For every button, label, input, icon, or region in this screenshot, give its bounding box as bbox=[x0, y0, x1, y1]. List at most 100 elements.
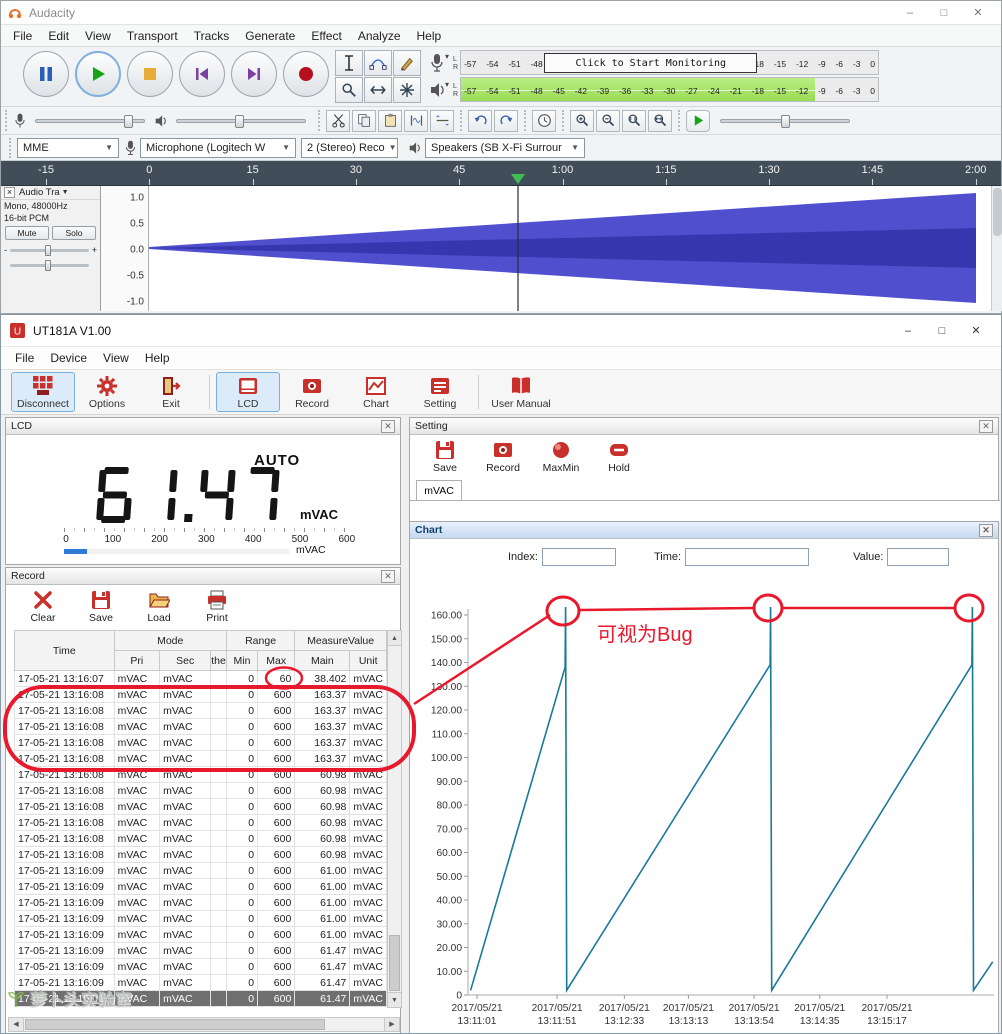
timeline-ruler[interactable]: -1501530451:001:151:301:452:00 bbox=[1, 161, 1001, 186]
gain-slider[interactable] bbox=[10, 249, 89, 252]
table-row[interactable]: 17-05-21 13:16:09mVACmVAC060061.00mVAC bbox=[15, 895, 387, 911]
menu-edit[interactable]: Edit bbox=[40, 25, 77, 47]
vertical-scale-ruler[interactable]: 1.00.50.0-0.5-1.0 bbox=[101, 186, 149, 311]
scrollbar-thumb[interactable] bbox=[25, 1019, 325, 1030]
zoom-tool-button[interactable] bbox=[335, 77, 363, 103]
setting-save-button[interactable]: Save bbox=[416, 439, 474, 474]
col-subheader[interactable]: Max bbox=[258, 651, 295, 671]
minimize-button[interactable]: – bbox=[893, 2, 927, 24]
close-button[interactable]: ✕ bbox=[961, 2, 995, 24]
col-header[interactable]: MeasureValue bbox=[295, 631, 387, 651]
audio-host-select[interactable]: MME▼ bbox=[17, 138, 119, 158]
skip-to-end-button[interactable] bbox=[231, 51, 277, 97]
setting-record-button[interactable]: Record bbox=[474, 439, 532, 474]
menu-help[interactable]: Help bbox=[137, 347, 178, 369]
scroll-right-icon[interactable]: ▶ bbox=[384, 1018, 399, 1031]
menu-file[interactable]: File bbox=[7, 347, 42, 369]
close-icon[interactable]: ✕ bbox=[979, 524, 993, 537]
toolbar-button-lcd[interactable]: LCD bbox=[216, 372, 280, 412]
record-meter[interactable]: -57-54-51-48-45-42-39-36-33-30-27-24-21-… bbox=[460, 50, 879, 75]
draw-tool-button[interactable] bbox=[393, 50, 421, 76]
toolbar-gripper[interactable] bbox=[678, 110, 682, 132]
table-row[interactable]: 17-05-21 13:16:08mVACmVAC060060.98mVAC bbox=[15, 815, 387, 831]
playback-meter-speaker-icon[interactable] bbox=[429, 80, 445, 100]
play-speed-slider[interactable] bbox=[720, 119, 850, 123]
table-row[interactable]: 17-05-21 13:16:09mVACmVAC060061.47mVAC bbox=[15, 959, 387, 975]
zoom-selection-button[interactable] bbox=[622, 110, 646, 132]
play-button[interactable] bbox=[75, 51, 121, 97]
col-subheader[interactable]: the bbox=[211, 651, 227, 671]
col-subheader[interactable]: Unit bbox=[350, 651, 387, 671]
index-input[interactable] bbox=[542, 548, 616, 566]
menu-device[interactable]: Device bbox=[42, 347, 95, 369]
track-vertical-scrollbar[interactable] bbox=[991, 186, 1002, 311]
meter-dropdown-arrow-icon[interactable]: ▾ bbox=[445, 52, 449, 77]
scrollbar-thumb[interactable] bbox=[389, 935, 400, 991]
measurement-chart[interactable]: 160.00150.00140.00130.00120.00110.00100.… bbox=[412, 574, 998, 1034]
table-row[interactable]: 17-05-21 13:16:09mVACmVAC060061.00mVAC bbox=[15, 863, 387, 879]
table-row[interactable]: 17-05-21 13:16:08mVACmVAC060060.98mVAC bbox=[15, 799, 387, 815]
table-vertical-scrollbar[interactable]: ▲ ▼ bbox=[387, 630, 402, 1008]
table-row[interactable]: 17-05-21 13:16:08mVACmVAC0600163.37mVAC bbox=[15, 719, 387, 735]
envelope-tool-button[interactable] bbox=[364, 50, 392, 76]
menu-view[interactable]: View bbox=[95, 347, 137, 369]
col-header[interactable]: Mode bbox=[114, 631, 226, 651]
waveform-display[interactable] bbox=[149, 186, 991, 311]
track-close-button[interactable]: × bbox=[4, 187, 15, 198]
record-clear-button[interactable]: Clear bbox=[14, 589, 72, 624]
col-subheader[interactable]: Sec bbox=[160, 651, 211, 671]
skip-to-start-button[interactable] bbox=[179, 51, 225, 97]
col-subheader[interactable]: Main bbox=[295, 651, 350, 671]
selection-tool-button[interactable] bbox=[335, 50, 363, 76]
table-row[interactable]: 17-05-21 13:16:09mVACmVAC060061.00mVAC bbox=[15, 879, 387, 895]
close-icon[interactable]: ✕ bbox=[381, 570, 395, 583]
toolbar-gripper[interactable] bbox=[9, 138, 13, 158]
record-button[interactable] bbox=[283, 51, 329, 97]
zoom-out-button[interactable] bbox=[596, 110, 620, 132]
solo-button[interactable]: Solo bbox=[52, 226, 96, 240]
playhead-triangle-icon[interactable] bbox=[511, 174, 525, 184]
toolbar-gripper[interactable] bbox=[5, 110, 9, 132]
maximize-button[interactable]: □ bbox=[925, 320, 959, 342]
toolbar-button-manual[interactable]: User Manual bbox=[485, 372, 557, 412]
start-monitoring-button[interactable]: Click to Start Monitoring bbox=[544, 53, 757, 73]
value-input[interactable] bbox=[887, 548, 949, 566]
table-row[interactable]: 17-05-21 13:16:09mVACmVAC060061.00mVAC bbox=[15, 911, 387, 927]
setting-hold-button[interactable]: Hold bbox=[590, 439, 648, 474]
redo-button[interactable] bbox=[494, 110, 518, 132]
zoom-fit-button[interactable] bbox=[648, 110, 672, 132]
record-save-button[interactable]: Save bbox=[72, 589, 130, 624]
undo-button[interactable] bbox=[468, 110, 492, 132]
minimize-button[interactable]: – bbox=[891, 320, 925, 342]
track-menu-arrow-icon[interactable]: ▼ bbox=[62, 189, 69, 196]
multi-tool-button[interactable] bbox=[393, 77, 421, 103]
col-subheader[interactable]: Pri bbox=[114, 651, 159, 671]
playback-device-select[interactable]: Speakers (SB X-Fi Surrour▼ bbox=[425, 138, 585, 158]
record-print-button[interactable]: Print bbox=[188, 589, 246, 624]
track-name[interactable]: Audio Tra bbox=[19, 187, 60, 198]
table-row[interactable]: 17-05-21 13:16:08mVACmVAC060060.98mVAC bbox=[15, 783, 387, 799]
close-icon[interactable]: ✕ bbox=[381, 420, 395, 433]
menu-help[interactable]: Help bbox=[409, 25, 450, 47]
table-row[interactable]: 17-05-21 13:16:07mVACmVAC06038.402mVAC bbox=[15, 671, 387, 687]
table-row[interactable]: 17-05-21 13:16:08mVACmVAC0600163.37mVAC bbox=[15, 735, 387, 751]
toolbar-gripper[interactable] bbox=[460, 110, 464, 132]
table-row[interactable]: 17-05-21 13:16:09mVACmVAC060061.00mVAC bbox=[15, 927, 387, 943]
scroll-down-icon[interactable]: ▼ bbox=[388, 992, 401, 1007]
zoom-in-button[interactable] bbox=[570, 110, 594, 132]
table-row[interactable]: 17-05-21 13:16:08mVACmVAC0600163.37mVAC bbox=[15, 687, 387, 703]
playback-meter[interactable]: -57-54-51-48-45-42-39-36-33-30-27-24-21-… bbox=[460, 77, 879, 102]
toolbar-gripper[interactable] bbox=[318, 110, 322, 132]
col-header[interactable]: Time bbox=[15, 631, 115, 671]
toolbar-button-disconnect[interactable]: Disconnect bbox=[11, 372, 75, 412]
toolbar-gripper[interactable] bbox=[524, 110, 528, 132]
stop-button[interactable] bbox=[127, 51, 173, 97]
copy-button[interactable] bbox=[352, 110, 376, 132]
toolbar-button-exit[interactable]: Exit bbox=[139, 372, 203, 412]
record-load-button[interactable]: Load bbox=[130, 589, 188, 624]
trim-audio-button[interactable] bbox=[404, 110, 428, 132]
meter-dropdown-arrow-icon[interactable]: ▾ bbox=[445, 80, 449, 104]
timeshift-tool-button[interactable] bbox=[364, 77, 392, 103]
scroll-up-icon[interactable]: ▲ bbox=[388, 631, 401, 646]
table-row[interactable]: 17-05-21 13:16:08mVACmVAC060060.98mVAC bbox=[15, 767, 387, 783]
